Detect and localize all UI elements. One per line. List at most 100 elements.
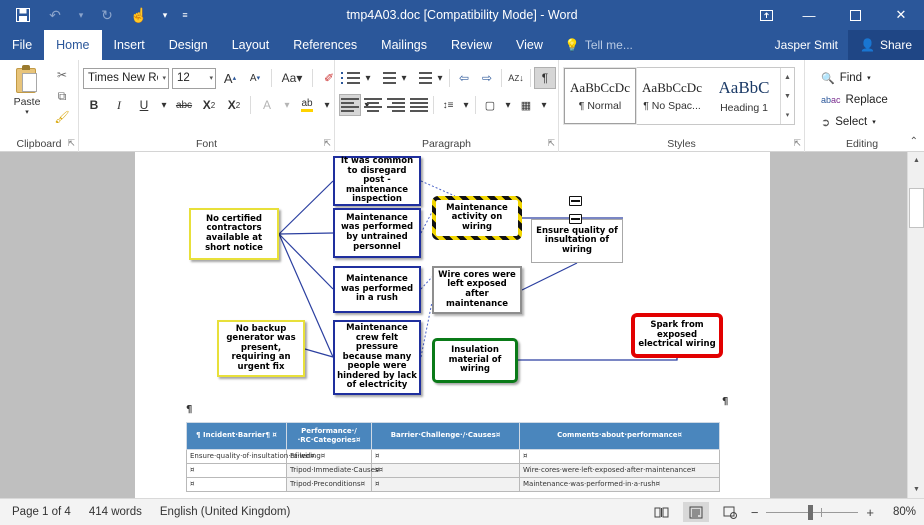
touch-mouse-mode-icon[interactable]: ☝ [124, 3, 154, 27]
diagram-box-no-backup-generator[interactable]: No backup generator was present, requiri… [217, 320, 305, 377]
find-dropdown-icon[interactable]: ▾ [867, 74, 871, 82]
diagram-box-crew-felt-pressure[interactable]: Maintenance crew felt pressure because m… [333, 320, 421, 395]
format-painter-icon[interactable]: 🖌 [50, 107, 74, 127]
barrier-symbol-upper[interactable] [569, 196, 582, 206]
diagram-box-ensure-quality-insulation[interactable]: Ensure quality of insultation of wiring [531, 219, 623, 263]
align-right-button[interactable] [385, 94, 407, 116]
maximize-button[interactable] [832, 0, 878, 30]
font-dialog-launcher[interactable]: ⇱ [323, 138, 331, 149]
strikethrough-button[interactable]: abc [173, 94, 195, 116]
close-button[interactable]: ✕ [878, 0, 924, 30]
style-normal[interactable]: AaBbCcDc ¶ Normal [564, 68, 636, 124]
subscript-button[interactable]: X2 [198, 94, 220, 116]
diagram-box-no-certified-contractors[interactable]: No certified contractors available at sh… [189, 208, 279, 260]
table-cell-challenge-1[interactable]: ¤ [372, 449, 520, 463]
table-cell-category-1[interactable]: Failed¤ [287, 449, 372, 463]
web-layout-view-button[interactable] [717, 502, 743, 522]
word-count[interactable]: 414 words [89, 506, 142, 518]
tell-me-search[interactable]: 💡 Tell me... [555, 30, 643, 60]
diagram-box-performed-in-rush[interactable]: Maintenance was performed in a rush [333, 266, 421, 313]
table-cell-category-3[interactable]: Tripod·Preconditions¤ [287, 477, 372, 491]
scroll-up-arrow-icon[interactable]: ▲ [908, 152, 924, 169]
tab-insert[interactable]: Insert [102, 30, 157, 60]
cut-icon[interactable]: ✂ [50, 65, 74, 85]
table-cell-comments-1[interactable]: ¤ [520, 449, 720, 463]
styles-scroll-down-icon[interactable]: ▼ [781, 87, 794, 105]
language-indicator[interactable]: English (United Kingdom) [160, 506, 290, 518]
barrier-symbol-lower[interactable] [569, 214, 582, 224]
read-mode-view-button[interactable] [649, 502, 675, 522]
minimize-button[interactable]: — [786, 0, 832, 30]
table-cell-comments-3[interactable]: Maintenance·was·performed·in·a·rush¤ [520, 477, 720, 491]
justify-button[interactable] [408, 94, 430, 116]
collapse-ribbon-icon[interactable]: ⌃ [910, 136, 918, 147]
copy-icon[interactable]: ⧉ [50, 86, 74, 106]
borders-button[interactable]: ▦ [515, 94, 537, 116]
font-size-combobox[interactable]: 12 ▾ [172, 68, 216, 89]
grow-font-button[interactable]: A▴ [219, 67, 241, 89]
diagram-box-disregard-post-maintenance[interactable]: It was common to disregard post -mainten… [333, 156, 421, 206]
tab-view[interactable]: View [504, 30, 555, 60]
diagram-box-insulation-material[interactable]: Insulation material of wiring [432, 338, 518, 383]
table-cell-category-2[interactable]: Tripod·Immediate·Causes¤ [287, 463, 372, 477]
borders-dropdown-icon[interactable]: ▾ [538, 94, 550, 116]
font-name-combobox[interactable]: Times New Ro ▾ [83, 68, 169, 89]
styles-scroll-up-icon[interactable]: ▲ [781, 68, 794, 86]
underline-dropdown-icon[interactable]: ▾ [158, 94, 170, 116]
paste-dropdown-icon[interactable]: ▾ [25, 108, 29, 116]
diagram-box-spark-exposed-wiring[interactable]: Spark from exposed electrical wiring [631, 313, 723, 358]
shading-button[interactable]: ▢ [479, 94, 501, 116]
document-page[interactable]: No certified contractors available at sh… [135, 152, 770, 498]
line-spacing-button[interactable]: ↕≡ [437, 94, 459, 116]
text-effects-button[interactable]: A [256, 94, 278, 116]
save-icon[interactable] [8, 3, 38, 27]
diagram-box-untrained-personnel[interactable]: Maintenance was performed by untrained p… [333, 208, 421, 258]
tab-home[interactable]: Home [44, 30, 101, 60]
styles-more-icon[interactable]: ▾ [781, 106, 794, 124]
incident-barrier-table[interactable]: ¶ Incident·Barrier¶ ¤ Performance·/·RC·C… [186, 422, 720, 492]
decrease-indent-button[interactable]: ⇦ [453, 67, 475, 89]
paste-button[interactable]: Paste ▾ [4, 63, 50, 116]
zoom-slider[interactable] [766, 512, 858, 513]
tab-design[interactable]: Design [157, 30, 220, 60]
shrink-font-button[interactable]: A▾ [244, 67, 266, 89]
increase-indent-button[interactable]: ⇨ [476, 67, 498, 89]
page-indicator[interactable]: Page 1 of 4 [12, 506, 71, 518]
paragraph-dialog-launcher[interactable]: ⇱ [547, 138, 555, 149]
zoom-out-button[interactable]: − [751, 505, 759, 520]
tab-file[interactable]: File [0, 30, 44, 60]
redo-icon[interactable]: ↻ [92, 3, 122, 27]
select-button[interactable]: ➲ Select ▾ [821, 112, 876, 132]
scroll-down-arrow-icon[interactable]: ▼ [908, 481, 924, 498]
bullets-button[interactable] [339, 67, 361, 89]
change-case-button[interactable]: Aa▾ [277, 67, 307, 89]
undo-dropdown-icon[interactable]: ▾ [72, 3, 90, 27]
select-dropdown-icon[interactable]: ▾ [872, 118, 876, 126]
share-button[interactable]: 👤 Share [848, 30, 924, 60]
numbering-dropdown-icon[interactable]: ▾ [398, 67, 410, 89]
table-cell-incident-barrier-2[interactable]: ¤ [187, 463, 287, 477]
table-cell-challenge-2[interactable]: ¤ [372, 463, 520, 477]
table-cell-comments-2[interactable]: Wire·cores·were·left·exposed·after·maint… [520, 463, 720, 477]
text-effects-dropdown-icon[interactable]: ▾ [281, 94, 293, 116]
shading-dropdown-icon[interactable]: ▾ [502, 94, 514, 116]
find-button[interactable]: 🔍 Find ▾ [821, 68, 871, 88]
align-center-button[interactable] [362, 94, 384, 116]
user-name[interactable]: Jasper Smit [765, 30, 848, 60]
multilevel-list-dropdown-icon[interactable]: ▾ [434, 67, 446, 89]
tab-references[interactable]: References [281, 30, 369, 60]
styles-dialog-launcher[interactable]: ⇱ [793, 138, 801, 149]
zoom-level-label[interactable]: 80% [882, 506, 916, 518]
table-cell-incident-barrier-1[interactable]: Ensure·quality·of·insultation·of·wiring¤ [187, 449, 287, 463]
font-name-chevron-down-icon[interactable]: ▾ [158, 74, 166, 82]
style-heading-1[interactable]: AaBbC Heading 1 [708, 68, 780, 124]
zoom-in-button[interactable]: + [866, 505, 874, 520]
line-spacing-dropdown-icon[interactable]: ▾ [460, 94, 472, 116]
replace-button[interactable]: abac Replace [821, 90, 888, 110]
underline-button[interactable]: U [133, 94, 155, 116]
vertical-scrollbar[interactable]: ▲ ▼ [907, 152, 924, 498]
sort-button[interactable]: AZ↓ [505, 67, 527, 89]
show-formatting-marks-button[interactable]: ¶ [534, 67, 556, 89]
bullets-dropdown-icon[interactable]: ▾ [362, 67, 374, 89]
multilevel-list-button[interactable] [411, 67, 433, 89]
